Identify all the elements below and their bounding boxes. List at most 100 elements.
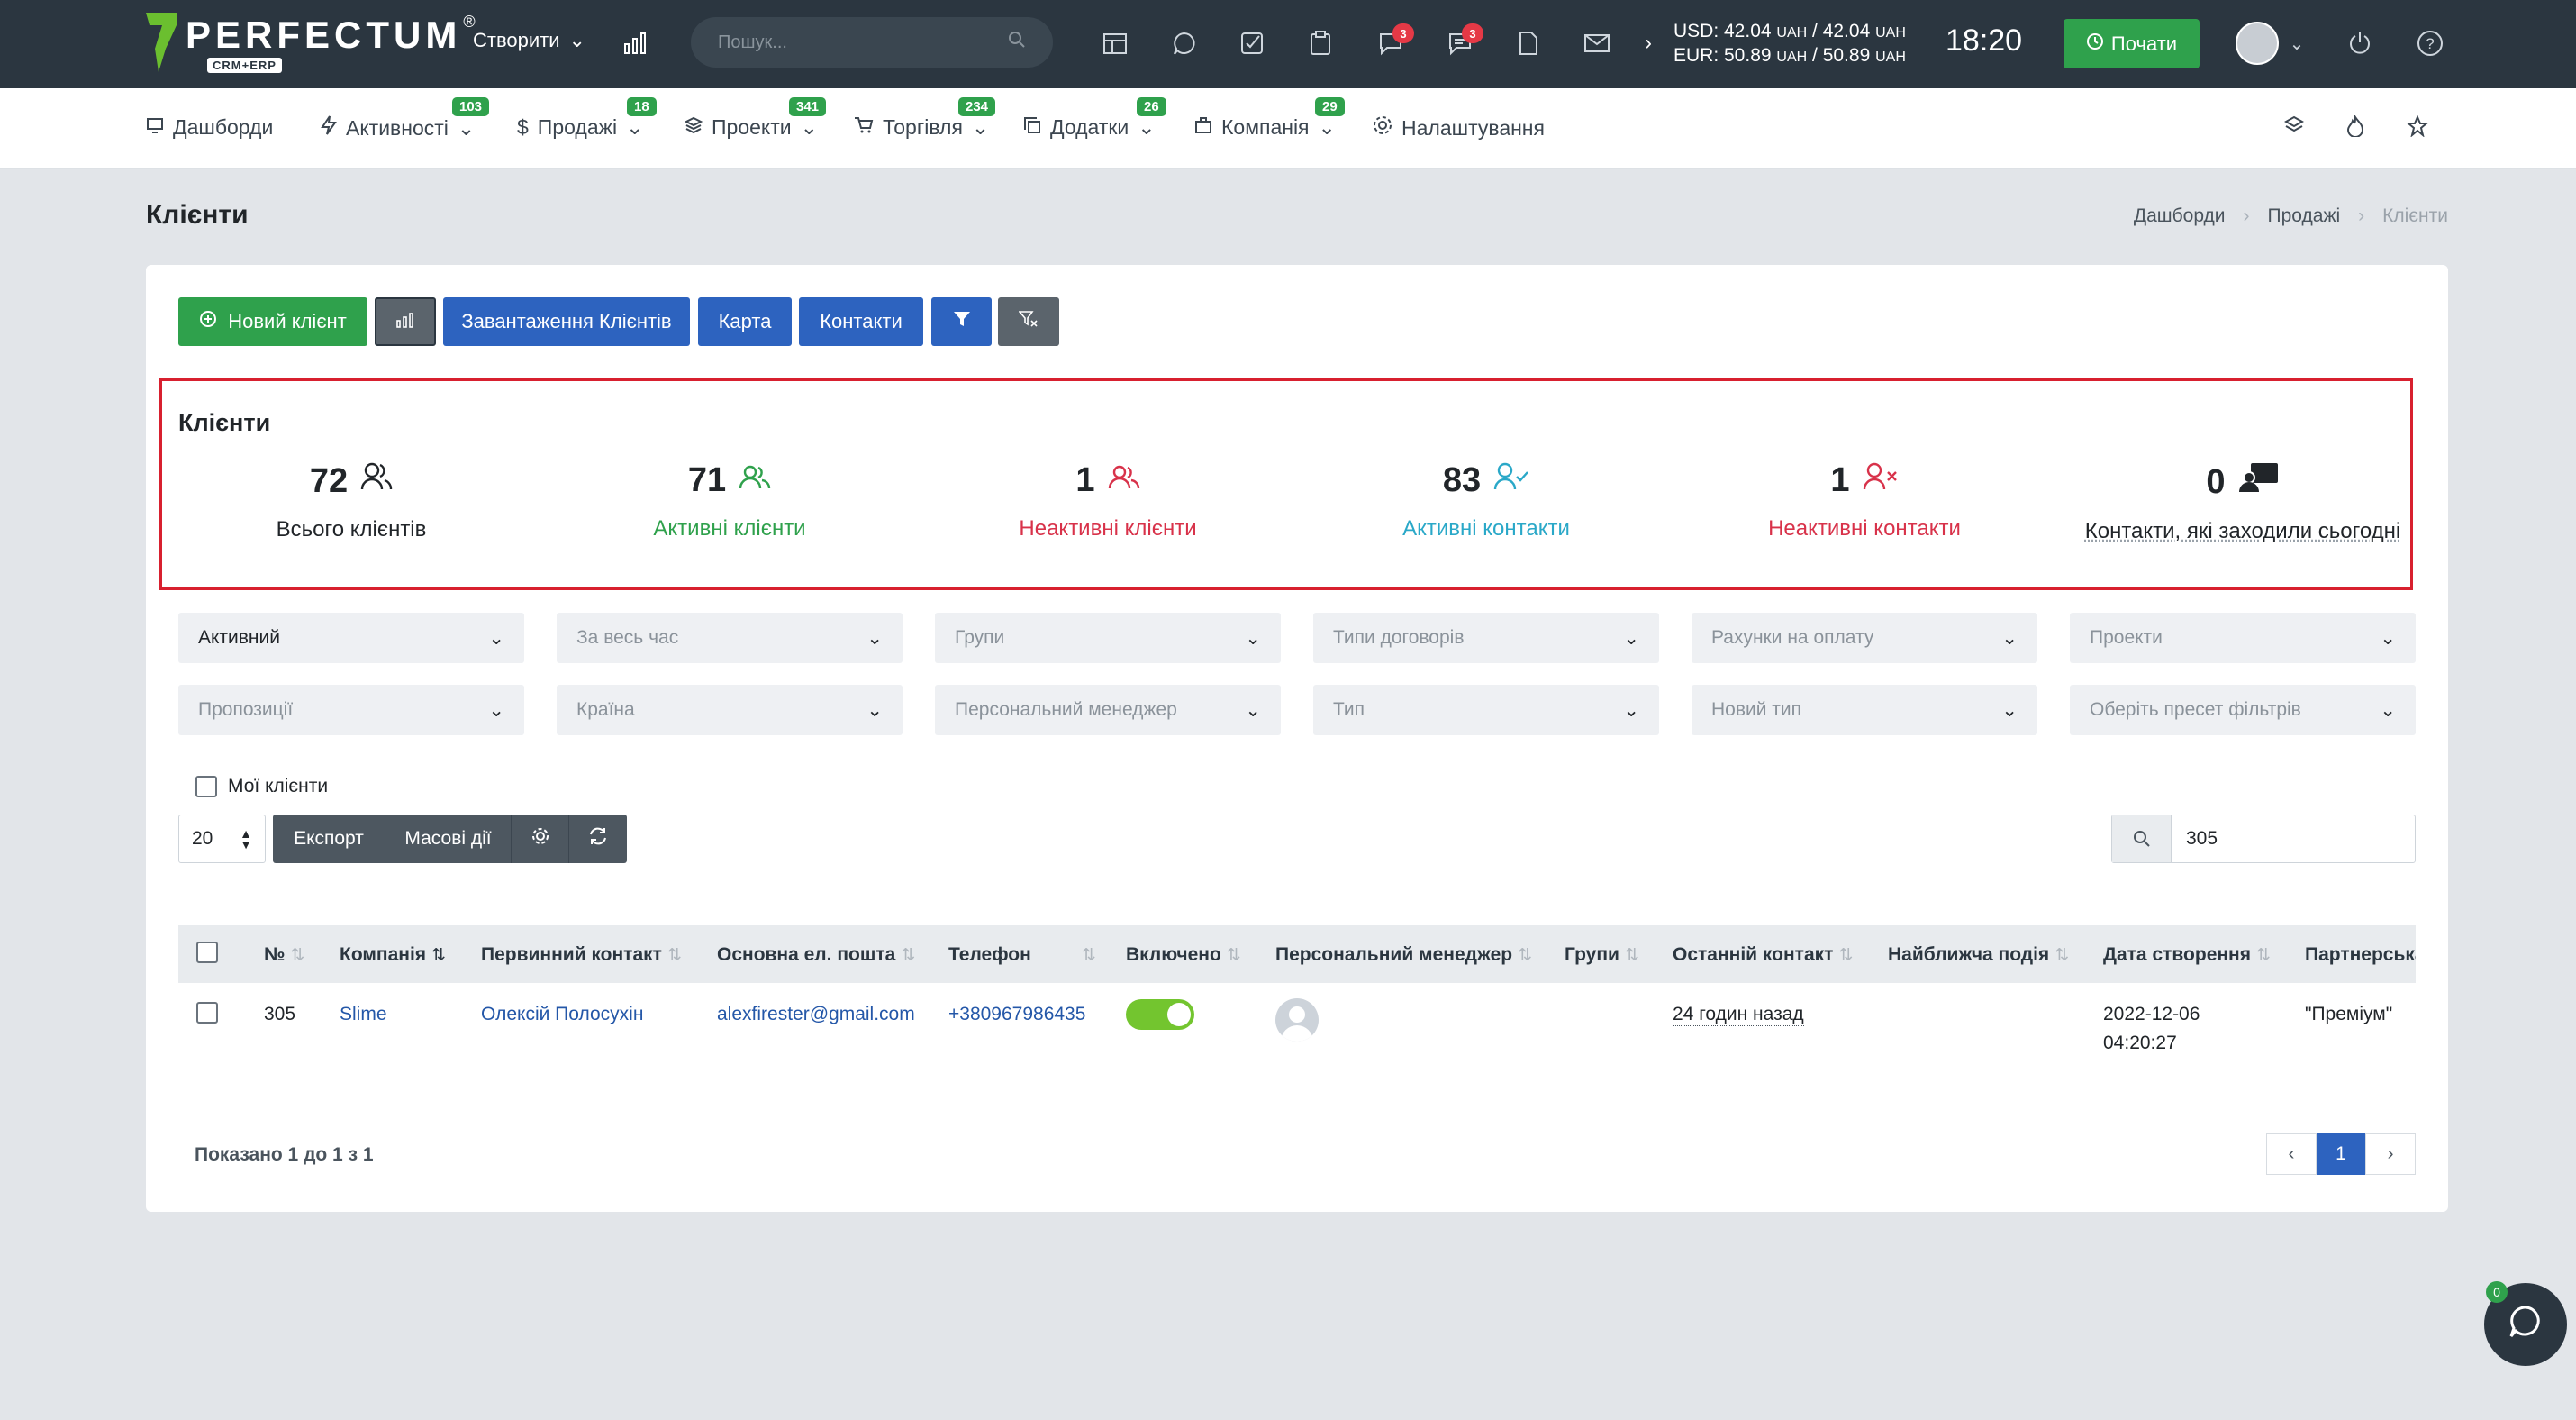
nav-item-trade[interactable]: Торгівля ⌄ 234 [854, 97, 996, 140]
breadcrumb-item-sales[interactable]: Продажі [2268, 205, 2341, 227]
nav-item-dashboards[interactable]: Дашборди [146, 115, 273, 140]
calendar-icon[interactable] [1097, 25, 1133, 61]
chevron-down-icon[interactable]: ⌄ [2283, 25, 2310, 61]
column-company[interactable]: Компанія ⇅ [340, 944, 446, 966]
my-clients-checkbox[interactable] [195, 776, 217, 797]
chart-icon[interactable] [618, 25, 654, 61]
stat-inactive-contacts[interactable]: 1 Неактивні контакти [1693, 461, 2036, 542]
proposals-filter-select[interactable]: Пропозиції ⌄ [178, 685, 524, 735]
manager-avatar[interactable] [1275, 998, 1319, 1042]
column-manager[interactable]: Персональний менеджер ⇅ [1275, 944, 1532, 966]
chevron-down-icon: ⌄ [2001, 627, 2018, 649]
new-client-button[interactable]: Новий клієнт [178, 297, 367, 346]
pagination-page-1[interactable]: 1 [2317, 1133, 2365, 1175]
power-icon[interactable] [2342, 25, 2378, 61]
export-button[interactable]: Експорт [273, 815, 385, 863]
cell-contact-link[interactable]: Олексій Полосухін [481, 1004, 643, 1025]
nav-label: Проекти [712, 115, 792, 139]
manager-filter-select[interactable]: Персональний менеджер ⌄ [935, 685, 1281, 735]
new-type-filter-select[interactable]: Новий тип ⌄ [1692, 685, 2037, 735]
filter-icon [953, 310, 971, 333]
nav-item-activities[interactable]: Активності ⌄ 103 [321, 97, 490, 141]
map-button[interactable]: Карта [698, 297, 792, 346]
contract-types-filter-select[interactable]: Типи договорів ⌄ [1313, 613, 1659, 663]
create-menu[interactable]: Створити ⌄ [473, 29, 585, 52]
nav-item-addons[interactable]: Додатки ⌄ 26 [1023, 97, 1166, 140]
new-client-label: Новий клієнт [228, 310, 347, 332]
contacts-button[interactable]: Контакти [799, 297, 923, 346]
breadcrumb-item-dashboards[interactable]: Дашборди [2134, 205, 2226, 227]
fire-icon[interactable] [2346, 114, 2364, 142]
status-filter-select[interactable]: Активний ⌄ [178, 613, 524, 663]
bulk-actions-button[interactable]: Масові дії [385, 815, 512, 863]
column-groups[interactable]: Групи ⇅ [1565, 944, 1639, 966]
pagination-prev-button[interactable]: ‹ [2266, 1133, 2317, 1175]
cell-number: 305 [264, 1004, 296, 1024]
user-avatar[interactable] [2236, 22, 2279, 65]
nav-item-company[interactable]: Компанія ⌄ 29 [1194, 97, 1345, 140]
mail-icon[interactable] [1579, 25, 1615, 61]
chat-icon[interactable]: 3 [1442, 23, 1483, 61]
table-search-input[interactable]: 305 [2172, 815, 2415, 862]
stat-active-contacts[interactable]: 83 Активні контакти [1315, 461, 1657, 542]
invoices-filter-select[interactable]: Рахунки на оплату ⌄ [1692, 613, 2037, 663]
type-filter-select[interactable]: Тип ⌄ [1313, 685, 1659, 735]
sort-icon: ⇅ [901, 945, 916, 965]
pagination-next-button[interactable]: › [2365, 1133, 2416, 1175]
cell-phone-link[interactable]: +380967986435 [948, 1004, 1085, 1025]
column-phone[interactable]: Телефон ⇅ [948, 944, 1096, 966]
upload-clients-button[interactable]: Завантаження Клієнтів [443, 297, 690, 346]
column-last-contact[interactable]: Останній контакт ⇅ [1673, 944, 1853, 966]
refresh-button[interactable] [569, 815, 627, 863]
stat-contacts-today[interactable]: 0 Контакти, які заходили сьогодні [2072, 461, 2414, 544]
cell-email-link[interactable]: alexfirester@gmail.com [717, 1004, 915, 1025]
select-all-checkbox[interactable] [196, 942, 218, 963]
start-timer-button[interactable]: Почати [2064, 19, 2200, 68]
star-icon[interactable] [2406, 114, 2429, 142]
projects-filter-select[interactable]: Проекти ⌄ [2070, 613, 2416, 663]
clock: 18:20 [1946, 23, 2023, 58]
column-created-date[interactable]: Дата створення ⇅ [2103, 944, 2271, 966]
column-email[interactable]: Основна ел. пошта ⇅ [717, 944, 915, 966]
stat-active-clients[interactable]: 71 Активні клієнти [558, 461, 901, 542]
users-active-icon [739, 461, 771, 500]
period-filter-select[interactable]: За весь час ⌄ [557, 613, 903, 663]
search-input[interactable]: Пошук... [691, 17, 1053, 68]
my-clients-toggle[interactable]: Мої клієнти [195, 776, 328, 797]
column-settings-button[interactable] [512, 815, 569, 863]
layers-icon[interactable] [2283, 115, 2305, 141]
help-icon[interactable]: ? [2412, 25, 2448, 61]
stat-inactive-clients[interactable]: 1 Неактивні клієнти [937, 461, 1279, 542]
clock-icon [2086, 32, 2104, 56]
column-partner[interactable]: Партнерська [2305, 944, 2416, 966]
filter-preset-select[interactable]: Оберіть пресет фільтрів ⌄ [2070, 685, 2416, 735]
filter-button[interactable] [931, 297, 992, 346]
task-check-icon[interactable] [1234, 25, 1270, 61]
messages-icon[interactable]: 3 [1373, 23, 1414, 61]
layers-icon [684, 115, 703, 140]
logo[interactable]: PERFECTUM ® CRM+ERP [146, 13, 476, 73]
nav-item-sales[interactable]: $ Продажі ⌄ 18 [517, 97, 657, 140]
row-checkbox[interactable] [196, 1002, 218, 1024]
chevron-down-icon: ⌄ [488, 627, 504, 649]
column-next-event[interactable]: Найближча подія ⇅ [1888, 944, 2069, 966]
my-clients-label: Мої клієнти [228, 776, 329, 796]
cell-company-link[interactable]: Slime [340, 1004, 387, 1025]
clear-filter-button[interactable] [998, 297, 1059, 346]
column-number[interactable]: № ⇅ [264, 944, 304, 966]
column-primary-contact[interactable]: Первинний контакт ⇅ [481, 944, 682, 966]
chevron-right-icon[interactable]: › [1639, 25, 1657, 61]
column-enabled[interactable]: Включено ⇅ [1126, 944, 1241, 966]
chevron-down-icon: ⌄ [2001, 699, 2018, 721]
clipboard-icon[interactable] [1302, 25, 1338, 61]
nav-item-projects[interactable]: Проекти ⌄ 341 [684, 97, 827, 140]
enabled-toggle[interactable] [1126, 999, 1194, 1030]
comment-icon[interactable] [1166, 25, 1202, 61]
stat-total-clients[interactable]: 72 Всього клієнтів [180, 461, 522, 542]
nav-item-settings[interactable]: Налаштування [1373, 115, 1545, 141]
document-icon[interactable] [1510, 25, 1547, 61]
statistics-toggle-button[interactable] [375, 297, 436, 346]
page-size-select[interactable]: 20 ▲ ▼ [178, 815, 266, 863]
groups-filter-select[interactable]: Групи ⌄ [935, 613, 1281, 663]
country-filter-select[interactable]: Країна ⌄ [557, 685, 903, 735]
